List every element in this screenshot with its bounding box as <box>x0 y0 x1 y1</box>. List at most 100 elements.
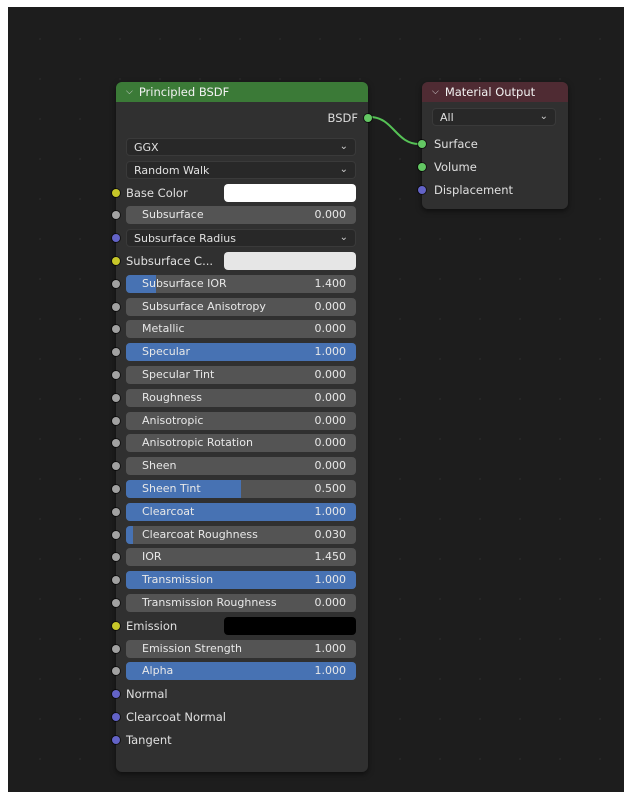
input-row: Emission Strength 1.000 <box>112 639 368 659</box>
slider-value: 0.000 <box>314 368 347 381</box>
input-row: Subsurface Anisotropy 0.000 <box>112 297 368 317</box>
value-input-socket[interactable] <box>112 576 120 585</box>
slider-value: 1.000 <box>314 573 347 587</box>
target-dropdown[interactable]: All ⌄ <box>432 108 556 126</box>
value-input-socket[interactable] <box>112 485 120 493</box>
value-slider[interactable]: Specular 1.000 <box>126 343 356 362</box>
value-input-socket[interactable] <box>112 393 120 402</box>
input-row: Sheen 0.000 <box>112 456 368 476</box>
color-label: Subsurface C... <box>126 254 214 268</box>
value-input-socket[interactable] <box>112 279 120 288</box>
color-swatch[interactable] <box>224 616 356 635</box>
input-label: Volume <box>434 160 477 174</box>
value-slider[interactable]: Transmission 1.000 <box>126 571 356 590</box>
input-row: Normal <box>112 684 368 704</box>
value-input-socket[interactable] <box>112 348 120 357</box>
shader-input-socket[interactable] <box>418 163 426 171</box>
slider-value: 1.000 <box>314 641 347 655</box>
vector-input-socket[interactable] <box>418 186 426 194</box>
input-row: Subsurface IOR 1.400 <box>112 274 368 294</box>
value-input-socket[interactable] <box>112 644 120 653</box>
input-row: Specular 1.000 <box>112 342 368 362</box>
color-swatch[interactable] <box>224 183 356 202</box>
value-slider[interactable]: Subsurface Anisotropy 0.000 <box>126 297 356 316</box>
dropdown-field[interactable]: GGX ⌄ <box>126 138 356 156</box>
color-input-socket[interactable] <box>112 257 120 265</box>
value-input-socket[interactable] <box>112 667 120 676</box>
value-slider[interactable]: Transmission Roughness 0.000 <box>126 594 356 612</box>
slider-value: 0.000 <box>314 436 347 450</box>
value-input-socket[interactable] <box>112 439 120 448</box>
node-editor[interactable]: ⌵ Principled BSDF BSDF GGX ⌄ Random Walk… <box>8 7 624 792</box>
slider-label: Alpha <box>142 664 174 678</box>
bsdf-output-socket[interactable] <box>364 114 372 122</box>
value-slider[interactable]: Specular Tint 0.000 <box>126 366 356 384</box>
material-output-header[interactable]: ⌵ Material Output <box>422 82 568 102</box>
value-slider[interactable]: Sheen Tint 0.500 <box>126 480 356 498</box>
value-input-socket[interactable] <box>112 302 120 311</box>
value-slider[interactable]: Anisotropic 0.000 <box>126 411 356 430</box>
vector-input-socket[interactable] <box>112 713 120 721</box>
vector-input-socket[interactable] <box>112 234 120 243</box>
value-slider[interactable]: Subsurface IOR 1.400 <box>126 274 356 293</box>
collapse-chevron-icon[interactable]: ⌵ <box>126 87 133 97</box>
principled-bsdf-node[interactable]: ⌵ Principled BSDF BSDF GGX ⌄ Random Walk… <box>112 82 372 772</box>
material-output-node[interactable]: ⌵ Material Output All ⌄ Surface Volume D… <box>418 82 568 209</box>
vector-input-socket[interactable] <box>112 735 120 744</box>
collapse-chevron-icon[interactable]: ⌵ <box>432 87 439 97</box>
value-input-socket[interactable] <box>112 530 120 539</box>
principled-bsdf-header[interactable]: ⌵ Principled BSDF <box>116 82 368 102</box>
value-slider[interactable]: Metallic 0.000 <box>126 320 356 339</box>
input-row: Subsurface Radius ⌄ <box>112 228 368 248</box>
slider-label: Clearcoat <box>142 504 195 518</box>
shader-input-socket[interactable] <box>418 140 426 148</box>
input-row: Tangent <box>112 730 368 750</box>
value-slider[interactable]: Subsurface 0.000 <box>126 206 356 225</box>
input-row: Sheen Tint 0.500 <box>112 479 368 499</box>
color-input-socket[interactable] <box>112 621 120 630</box>
bsdf-output-label: BSDF <box>327 111 358 125</box>
value-slider[interactable]: Emission Strength 1.000 <box>126 639 356 658</box>
color-label: Emission <box>126 618 178 633</box>
vector-input-label: Tangent <box>126 732 172 747</box>
input-row: Clearcoat 1.000 <box>112 502 368 522</box>
slider-label: Sheen <box>142 459 177 473</box>
value-input-socket[interactable] <box>112 553 120 562</box>
input-row: Anisotropic Rotation 0.000 <box>112 433 368 453</box>
input-row: Random Walk ⌄ <box>116 160 368 180</box>
input-row: Emission <box>112 616 368 636</box>
color-input-socket[interactable] <box>112 188 120 197</box>
slider-fill <box>126 525 133 544</box>
value-input-socket[interactable] <box>112 371 120 379</box>
input-row: Clearcoat Roughness 0.030 <box>112 525 368 545</box>
value-input-socket[interactable] <box>112 211 120 220</box>
value-slider[interactable]: Clearcoat Roughness 0.030 <box>126 525 356 544</box>
value-input-socket[interactable] <box>112 507 120 516</box>
slider-value: 1.000 <box>314 664 347 678</box>
value-slider[interactable]: IOR 1.450 <box>126 548 356 567</box>
chevron-down-icon: ⌄ <box>539 111 548 122</box>
value-input-socket[interactable] <box>112 325 120 334</box>
value-input-socket[interactable] <box>112 462 120 471</box>
value-slider[interactable]: Anisotropic Rotation 0.000 <box>126 434 356 453</box>
value-input-socket[interactable] <box>112 599 120 607</box>
vector-input-socket[interactable] <box>112 690 120 699</box>
value-slider[interactable]: Roughness 0.000 <box>126 388 356 407</box>
dropdown-field[interactable]: Subsurface Radius ⌄ <box>126 229 356 248</box>
input-row: Clearcoat Normal <box>112 707 368 727</box>
chevron-down-icon: ⌄ <box>339 163 348 175</box>
value-slider[interactable]: Clearcoat 1.000 <box>126 502 356 521</box>
color-swatch[interactable] <box>224 252 356 270</box>
input-row: Metallic 0.000 <box>112 319 368 339</box>
value-slider[interactable]: Alpha 1.000 <box>126 662 356 681</box>
input-row: Transmission Roughness 0.000 <box>112 593 368 613</box>
input-row: IOR 1.450 <box>112 547 368 567</box>
dropdown-field[interactable]: Random Walk ⌄ <box>126 160 356 179</box>
slider-value: 0.000 <box>314 322 347 336</box>
value-slider[interactable]: Sheen 0.000 <box>126 457 356 476</box>
slider-label: IOR <box>142 550 162 564</box>
input-row: Subsurface 0.000 <box>112 205 368 225</box>
input-row: Transmission 1.000 <box>112 570 368 590</box>
value-input-socket[interactable] <box>112 416 120 425</box>
bsdf-to-surface-link <box>369 116 420 145</box>
